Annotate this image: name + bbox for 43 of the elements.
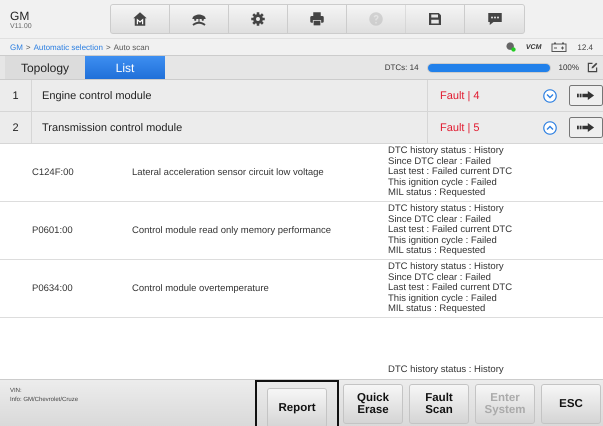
tab[interactable]: List	[85, 56, 165, 79]
breadcrumb-separator: >	[106, 42, 111, 52]
fault-count: Fault | 5	[440, 122, 480, 134]
row-number: 1	[12, 90, 19, 102]
dtc-status: DTC history status : History Since DTC clear : Failed Last test : Failed current DTC This ignition cycle : Failed MIL status : Requested	[388, 146, 514, 199]
dtc-code: C124F:00	[32, 167, 74, 178]
arrow-icon	[577, 91, 595, 100]
breadcrumb-current: Auto scan	[114, 42, 150, 52]
action-button[interactable]: ESC	[541, 384, 601, 424]
edit-icon[interactable]	[587, 62, 598, 73]
dtc-description: Lateral acceleration sensor circuit low voltage	[132, 167, 324, 178]
open-module-button[interactable]	[569, 85, 603, 106]
breadcrumb-link[interactable]: GM	[10, 42, 23, 52]
dtc-count: DTCs: 14	[384, 63, 419, 72]
dtc-description: Control module read only memory performance	[132, 225, 332, 236]
module-name: Transmission control module	[41, 122, 184, 134]
settings-icon	[249, 10, 267, 28]
printer-icon	[308, 10, 326, 28]
help-icon	[367, 10, 385, 28]
progress-percent: 100%	[558, 63, 579, 72]
battery-icon	[551, 42, 568, 52]
expand-icon[interactable]	[543, 88, 557, 102]
collapse-icon[interactable]	[543, 120, 557, 134]
dtc-status: DTC history status : History Since DTC clear : Failed Last test : Failed current DTC This ignition cycle : Failed MIL status : Requested	[388, 262, 514, 315]
dtc-description: Control module overtemperature	[132, 283, 269, 294]
open-module-button[interactable]	[569, 117, 603, 138]
home-icon	[131, 10, 149, 28]
dtc-status: DTC history status : History Since DTC clear : Failed Last test : Failed current DTC This ignition cycle : Failed MIL status : Requested	[388, 204, 514, 257]
tab[interactable]: Topology	[5, 56, 85, 79]
battery-voltage: 12.4	[577, 42, 593, 52]
action-button[interactable]: Fault Scan	[409, 384, 469, 424]
fault-count: Fault | 4	[440, 90, 480, 102]
action-button[interactable]: Quick Erase	[343, 384, 403, 424]
action-button[interactable]: Report	[267, 388, 327, 426]
dtc-status: DTC history status : History	[388, 364, 505, 375]
row-number: 2	[12, 122, 19, 134]
module-name: Engine control module	[41, 90, 152, 102]
breadcrumb-link[interactable]: Automatic selection	[34, 42, 103, 52]
arrow-icon	[577, 123, 595, 132]
dtc-code: P0634:00	[32, 283, 73, 294]
app-title: GM	[10, 8, 30, 22]
dtc-code: P0601:00	[32, 225, 73, 236]
breadcrumb-separator: >	[26, 42, 31, 52]
